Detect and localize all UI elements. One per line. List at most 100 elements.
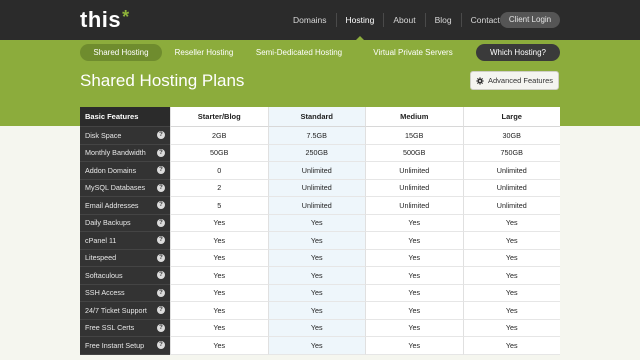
plan-value-cell: Yes xyxy=(462,214,560,232)
plan-value-cell: Yes xyxy=(267,249,365,267)
plan-value-cell: Yes xyxy=(365,337,463,355)
nav-item-about[interactable]: About xyxy=(384,0,424,40)
nav-item-blog[interactable]: Blog xyxy=(426,0,461,40)
feature-label-cell: cPanel 11? xyxy=(80,232,170,250)
feature-name: Email Addresses xyxy=(85,200,139,210)
advanced-features-button[interactable]: Advanced Features xyxy=(470,71,559,90)
help-icon[interactable]: ? xyxy=(157,288,165,297)
plan-value-cell: Yes xyxy=(462,302,560,320)
plan-value-cell: Yes xyxy=(170,337,268,355)
plan-value-cell: Yes xyxy=(365,284,463,302)
plan-value-cell: 750GB xyxy=(462,144,560,162)
table-row: 24/7 Ticket Support? Yes Yes Yes Yes xyxy=(80,302,560,320)
feature-name: Free Instant Setup xyxy=(85,340,145,350)
table-row: Free SSL Certs? Yes Yes Yes Yes xyxy=(80,319,560,337)
help-icon[interactable]: ? xyxy=(157,253,165,262)
subnav-virtual-private-servers[interactable]: Virtual Private Servers xyxy=(352,44,474,61)
plan-value-cell: Yes xyxy=(462,232,560,250)
help-icon[interactable]: ? xyxy=(157,306,165,315)
feature-label-cell: Litespeed? xyxy=(80,249,170,267)
nav-item-domains[interactable]: Domains xyxy=(284,0,336,40)
plan-value-cell: 50GB xyxy=(170,144,268,162)
help-icon[interactable]: ? xyxy=(157,131,165,140)
feature-name: Daily Backups xyxy=(85,218,131,228)
plan-value-cell: Unlimited xyxy=(267,197,365,215)
table-row: Softaculous? Yes Yes Yes Yes xyxy=(80,267,560,285)
help-icon[interactable]: ? xyxy=(157,218,165,227)
feature-name: Disk Space xyxy=(85,130,122,140)
table-row: MySQL Databases? 2 Unlimited Unlimited Unlim… xyxy=(80,179,560,197)
help-icon[interactable]: ? xyxy=(157,183,165,192)
plan-value-cell: Yes xyxy=(170,302,268,320)
plan-value-cell: Unlimited xyxy=(365,162,463,180)
table-row: Free Instant Setup? Yes Yes Yes Yes xyxy=(80,337,560,355)
table-row: cPanel 11? Yes Yes Yes Yes xyxy=(80,232,560,250)
plan-value-cell: Yes xyxy=(365,232,463,250)
nav-item-hosting[interactable]: Hosting xyxy=(337,0,384,41)
plan-value-cell: Yes xyxy=(365,319,463,337)
plan-header: Medium xyxy=(365,107,463,127)
gear-icon xyxy=(476,76,484,85)
plan-header: Large xyxy=(462,107,560,127)
table-row: Addon Domains? 0 Unlimited Unlimited Unlimit… xyxy=(80,162,560,180)
plan-value-cell: 500GB xyxy=(365,144,463,162)
feature-name: SSH Access xyxy=(85,288,125,298)
site-logo[interactable]: this* xyxy=(80,7,130,33)
subnav-which-hosting[interactable]: Which Hosting? xyxy=(476,44,560,61)
plan-value-cell: 2GB xyxy=(170,127,268,145)
plan-value-cell: Yes xyxy=(267,232,365,250)
feature-label-cell: Free Instant Setup? xyxy=(80,337,170,355)
plan-value-cell: Yes xyxy=(365,214,463,232)
feature-label-cell: Softaculous? xyxy=(80,267,170,285)
feature-name: Litespeed xyxy=(85,253,117,263)
plan-value-cell: 0 xyxy=(170,162,268,180)
plan-value-cell: Yes xyxy=(365,302,463,320)
plan-value-cell: Yes xyxy=(170,214,268,232)
plan-value-cell: Yes xyxy=(267,284,365,302)
subnav-reseller-hosting[interactable]: Reseller Hosting xyxy=(162,44,246,61)
plan-value-cell: Yes xyxy=(462,319,560,337)
help-icon[interactable]: ? xyxy=(157,166,165,175)
plan-value-cell: Yes xyxy=(267,319,365,337)
plan-value-cell: Yes xyxy=(170,284,268,302)
main-nav: Domains Hosting About Blog Contact xyxy=(284,0,509,41)
feature-name: 24/7 Ticket Support xyxy=(85,305,147,315)
plan-value-cell: 30GB xyxy=(462,127,560,145)
feature-label-cell: 24/7 Ticket Support? xyxy=(80,302,170,320)
feature-label-cell: Email Addresses? xyxy=(80,197,170,215)
help-icon[interactable]: ? xyxy=(157,341,165,350)
plan-value-cell: 5 xyxy=(170,197,268,215)
table-row: Disk Space? 2GB 7.5GB 15GB 30GB xyxy=(80,127,560,145)
subnav-semi-dedicated-hosting[interactable]: Semi-Dedicated Hosting xyxy=(246,44,352,61)
plan-value-cell: Yes xyxy=(462,337,560,355)
plan-value-cell: Yes xyxy=(267,337,365,355)
help-icon[interactable]: ? xyxy=(157,148,165,157)
page-title: Shared Hosting Plans xyxy=(80,71,245,90)
subnav-shared-hosting[interactable]: Shared Hosting xyxy=(80,44,162,61)
plan-value-cell: Unlimited xyxy=(462,162,560,180)
plan-value-cell: Yes xyxy=(267,267,365,285)
feature-label-cell: Free SSL Certs? xyxy=(80,319,170,337)
plan-value-cell: 15GB xyxy=(365,127,463,145)
plan-value-cell: Unlimited xyxy=(365,197,463,215)
table-row: SSH Access? Yes Yes Yes Yes xyxy=(80,284,560,302)
logo-star: * xyxy=(122,7,130,27)
plan-value-cell: Yes xyxy=(170,249,268,267)
plan-header: Standard xyxy=(267,107,365,127)
hosting-subnav: Shared Hosting Reseller Hosting Semi-Ded… xyxy=(80,44,560,61)
help-icon[interactable]: ? xyxy=(157,271,165,280)
table-row: Monthly Bandwidth? 50GB 250GB 500GB 750GB xyxy=(80,144,560,162)
help-icon[interactable]: ? xyxy=(157,201,165,210)
feature-name: cPanel 11 xyxy=(85,235,117,245)
table-header-row: Basic Features Starter/Blog Standard Med… xyxy=(80,107,560,127)
plan-value-cell: 2 xyxy=(170,179,268,197)
plan-value-cell: Unlimited xyxy=(365,179,463,197)
feature-label-cell: Addon Domains? xyxy=(80,162,170,180)
feature-label-cell: Monthly Bandwidth? xyxy=(80,144,170,162)
feature-name: Softaculous xyxy=(85,270,123,280)
plan-value-cell: Yes xyxy=(170,267,268,285)
feature-name: Addon Domains xyxy=(85,165,137,175)
help-icon[interactable]: ? xyxy=(157,236,165,245)
client-login-button[interactable]: Client Login xyxy=(500,12,560,28)
help-icon[interactable]: ? xyxy=(157,323,165,332)
